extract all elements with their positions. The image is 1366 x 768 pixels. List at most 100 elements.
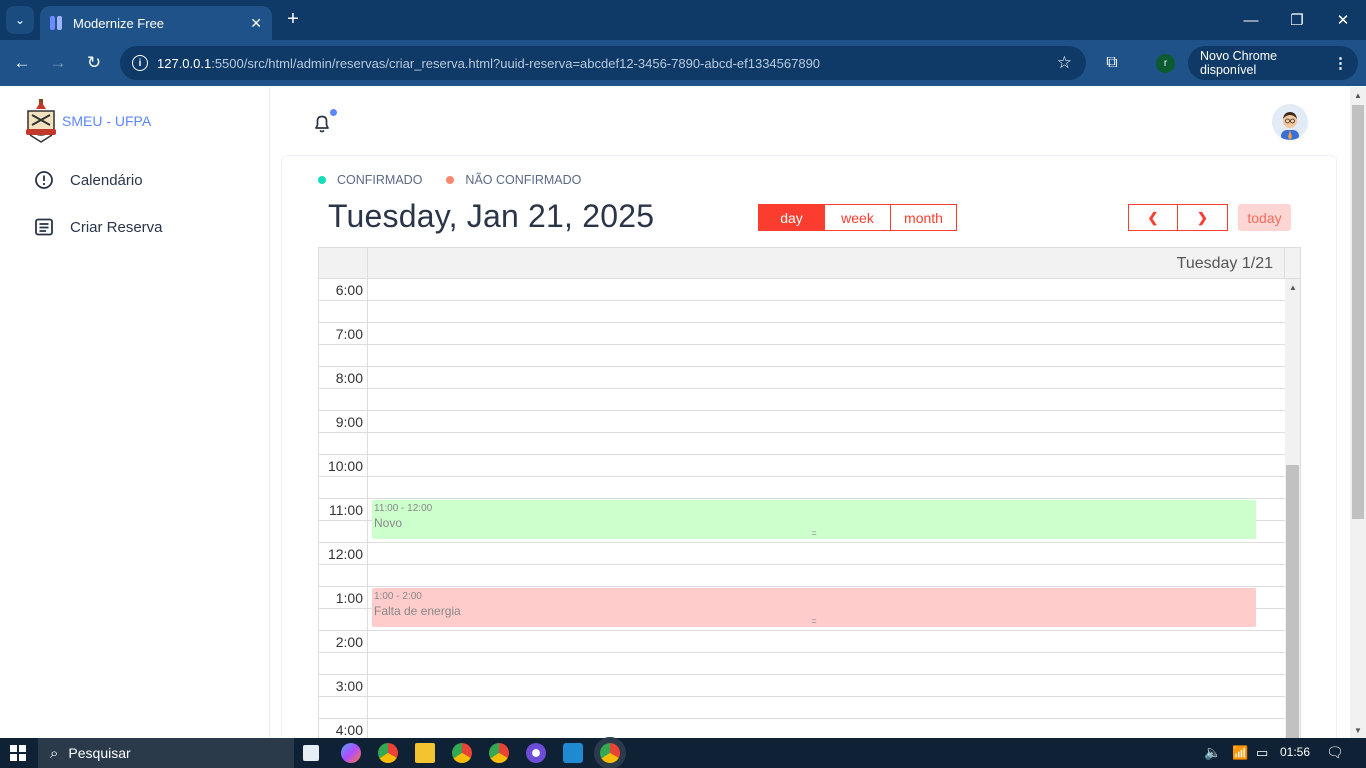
chrome-profile-icon[interactable] bbox=[489, 743, 509, 763]
hour-slot[interactable]: 3:00 bbox=[319, 675, 1285, 697]
close-window-button[interactable]: ✕ bbox=[1320, 8, 1366, 32]
half-hour-slot[interactable] bbox=[319, 565, 1285, 587]
time-axis-label: 7:00 bbox=[319, 323, 368, 345]
modernize-favicon-icon bbox=[50, 16, 64, 30]
arrow-left-icon: ← bbox=[13, 53, 31, 72]
day-column-header: Tuesday 1/21 bbox=[1176, 255, 1273, 272]
event-resize-handle[interactable]: = bbox=[372, 528, 1256, 538]
month-view-button[interactable]: month bbox=[891, 204, 957, 231]
page-scrollbar[interactable]: ▲ ▼ bbox=[1350, 87, 1366, 738]
axis-header-cell bbox=[319, 248, 368, 279]
notification-bell-icon[interactable] bbox=[311, 112, 333, 134]
hour-slot[interactable]: 7:00 bbox=[319, 323, 1285, 345]
hour-slot[interactable]: 2:00 bbox=[319, 631, 1285, 653]
calendar-grid: Tuesday 1/21 6:00 7:00 8:00 9:00 10:00 11:00 1… bbox=[318, 247, 1301, 738]
clock[interactable]: 01:56 bbox=[1280, 745, 1310, 759]
chrome-update-button[interactable]: Novo Chrome disponível ⋮ bbox=[1188, 46, 1358, 80]
half-hour-slot[interactable] bbox=[319, 653, 1285, 675]
task-view-icon[interactable] bbox=[303, 745, 319, 761]
time-axis-label bbox=[319, 609, 368, 631]
tab-title: Modernize Free bbox=[73, 15, 165, 31]
minimize-window-button[interactable]: — bbox=[1228, 8, 1274, 32]
chrome-active-icon[interactable] bbox=[600, 743, 620, 763]
windows-taskbar: ⌕ Pesquisar 🔈 📶 ▭ 01:56 🗨 bbox=[0, 738, 1366, 768]
bookmark-star-icon[interactable]: ☆ bbox=[1057, 53, 1072, 73]
time-axis-label bbox=[319, 477, 368, 499]
calendar-scrollbar[interactable]: ▲ bbox=[1285, 279, 1300, 738]
scroll-up-icon[interactable]: ▲ bbox=[1289, 283, 1297, 292]
site-info-icon[interactable]: i bbox=[132, 55, 148, 71]
windows-start-icon[interactable] bbox=[10, 745, 26, 761]
event-time: 1:00 - 2:00 bbox=[374, 591, 422, 602]
time-axis-label bbox=[319, 345, 368, 367]
profile-avatar[interactable]: r bbox=[1156, 54, 1175, 73]
extensions-puzzle-icon[interactable]: ⧉ bbox=[1100, 52, 1124, 74]
calendar-event[interactable]: 1:00 - 2:00 Falta de energia = bbox=[372, 588, 1256, 627]
legend-confirmed: CONFIRMADO bbox=[337, 173, 423, 187]
browser-tab[interactable]: Modernize Free ✕ bbox=[40, 6, 272, 40]
half-hour-slot[interactable] bbox=[319, 477, 1285, 499]
chrome-icon[interactable] bbox=[378, 743, 398, 763]
hour-slot[interactable]: 6:00 bbox=[319, 279, 1285, 301]
hour-slot[interactable]: 12:00 bbox=[319, 543, 1285, 565]
vscode-icon[interactable] bbox=[563, 743, 583, 763]
file-explorer-icon[interactable] bbox=[415, 743, 435, 763]
brand[interactable]: SMEU - UFPA bbox=[24, 99, 151, 143]
confirmed-dot bbox=[318, 176, 326, 184]
wifi-icon[interactable]: 📶 bbox=[1232, 745, 1248, 761]
half-hour-slot[interactable] bbox=[319, 345, 1285, 367]
time-axis-label: 9:00 bbox=[319, 411, 368, 433]
half-hour-slot[interactable] bbox=[319, 389, 1285, 411]
sidebar-item-label: Calendário bbox=[70, 171, 143, 189]
time-slots: 6:00 7:00 8:00 9:00 10:00 11:00 12:00 1:00 2:00 3… bbox=[319, 279, 1285, 738]
hour-slot[interactable]: 4:00 bbox=[319, 719, 1285, 738]
time-axis-label bbox=[319, 389, 368, 411]
more-menu-icon[interactable]: ⋮ bbox=[1333, 54, 1348, 72]
sidebar-item-calendario[interactable]: Calendário bbox=[34, 170, 143, 190]
notifications-icon[interactable]: 🗨 bbox=[1326, 744, 1344, 761]
today-button[interactable]: today bbox=[1238, 204, 1291, 231]
url-path: :5500/src/html/admin/reservas/criar_rese… bbox=[211, 55, 821, 71]
hour-slot[interactable]: 10:00 bbox=[319, 455, 1285, 477]
calendar-scroll-thumb[interactable] bbox=[1286, 465, 1299, 738]
app-icon[interactable] bbox=[526, 743, 546, 763]
battery-icon[interactable]: ▭ bbox=[1256, 745, 1268, 761]
reload-icon: ↻ bbox=[86, 53, 102, 72]
time-axis-label: 3:00 bbox=[319, 675, 368, 697]
user-avatar[interactable] bbox=[1272, 104, 1308, 140]
sidebar-item-label: Criar Reserva bbox=[70, 218, 163, 236]
reload-button[interactable]: ↻ bbox=[80, 49, 108, 77]
half-hour-slot[interactable] bbox=[319, 697, 1285, 719]
sidebar-item-criar-reserva[interactable]: Criar Reserva bbox=[34, 217, 163, 237]
day-view-button[interactable]: day bbox=[758, 204, 825, 231]
alert-circle-icon bbox=[34, 170, 54, 190]
forward-button[interactable]: → bbox=[44, 49, 72, 77]
new-tab-button[interactable]: + bbox=[282, 8, 304, 30]
time-axis-label bbox=[319, 697, 368, 719]
volume-icon[interactable]: 🔈 bbox=[1204, 744, 1221, 761]
brand-name: SMEU - UFPA bbox=[62, 113, 152, 129]
scroll-up-icon[interactable]: ▲ bbox=[1354, 91, 1362, 100]
back-button[interactable]: ← bbox=[8, 49, 36, 77]
calendar-event[interactable]: 11:00 - 12:00 Novo = bbox=[372, 500, 1256, 539]
taskbar-search[interactable]: ⌕ Pesquisar bbox=[38, 738, 294, 768]
close-tab-icon[interactable]: ✕ bbox=[250, 15, 262, 32]
copilot-icon[interactable] bbox=[341, 743, 361, 763]
tab-search-button[interactable]: ⌄ bbox=[6, 6, 34, 34]
chrome-update-label: Novo Chrome disponível bbox=[1200, 49, 1278, 77]
hour-slot[interactable]: 9:00 bbox=[319, 411, 1285, 433]
half-hour-slot[interactable] bbox=[319, 433, 1285, 455]
prev-button[interactable]: ❮ bbox=[1128, 204, 1178, 231]
scroll-down-icon[interactable]: ▼ bbox=[1354, 726, 1362, 735]
page-scroll-thumb[interactable] bbox=[1352, 105, 1364, 519]
half-hour-slot[interactable] bbox=[319, 301, 1285, 323]
event-resize-handle[interactable]: = bbox=[372, 616, 1256, 626]
address-bar[interactable]: i 127.0.0.1:5500/src/html/admin/reservas… bbox=[120, 46, 1086, 80]
chrome-profile-icon[interactable] bbox=[452, 743, 472, 763]
restore-window-button[interactable]: ❐ bbox=[1274, 8, 1320, 32]
next-button[interactable]: ❯ bbox=[1178, 204, 1228, 231]
hour-slot[interactable]: 8:00 bbox=[319, 367, 1285, 389]
week-view-button[interactable]: week bbox=[825, 204, 891, 231]
arrow-right-icon: → bbox=[49, 53, 67, 72]
time-axis-label: 4:00 bbox=[319, 719, 368, 738]
